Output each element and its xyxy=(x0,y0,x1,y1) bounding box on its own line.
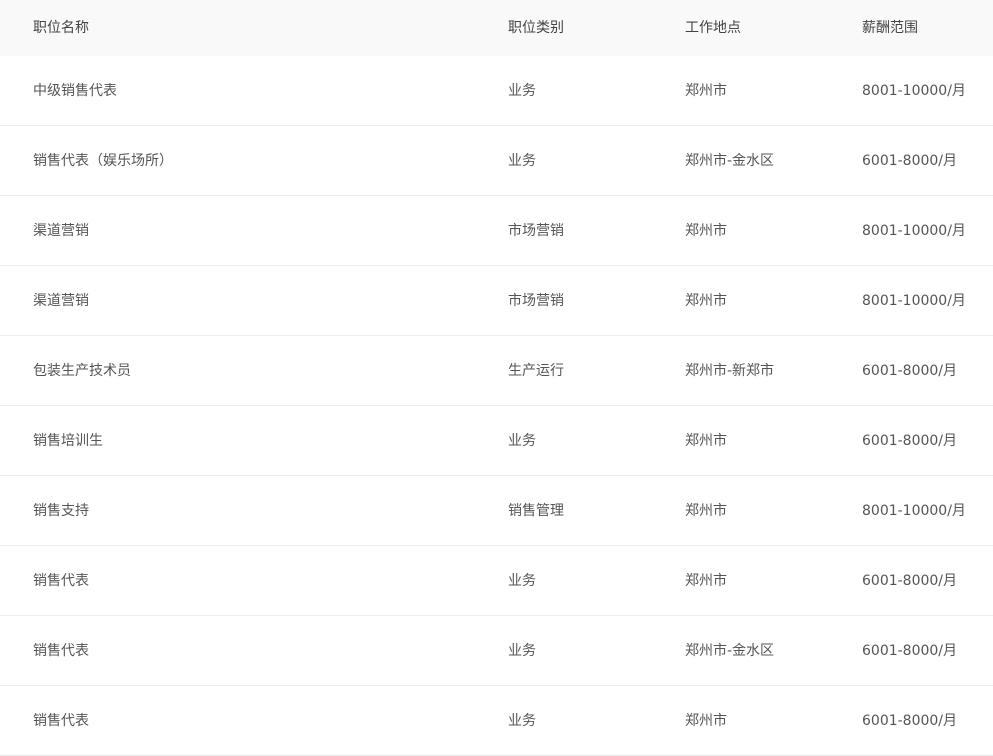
table-header: 职位名称 职位类别 工作地点 薪酬范围 xyxy=(0,0,993,56)
job-title[interactable]: 销售代表 xyxy=(0,641,508,661)
job-location: 郑州市 xyxy=(685,572,727,589)
job-category: 业务 xyxy=(508,82,536,99)
table-row[interactable]: 包装生产技术员 生产运行 郑州市-新郑市 6001-8000/月 xyxy=(0,336,993,406)
job-category: 业务 xyxy=(508,432,536,449)
job-salary: 8001-10000/月 xyxy=(862,222,966,239)
table-row[interactable]: 销售代表 业务 郑州市 6001-8000/月 xyxy=(0,546,993,616)
job-title[interactable]: 渠道营销 xyxy=(0,291,508,311)
job-title[interactable]: 中级销售代表 xyxy=(0,81,508,101)
table-row[interactable]: 销售代表（娱乐场所） 业务 郑州市-金水区 6001-8000/月 xyxy=(0,126,993,196)
job-location: 郑州市 xyxy=(685,432,727,449)
job-category: 生产运行 xyxy=(508,362,564,379)
job-location: 郑州市-新郑市 xyxy=(685,362,775,379)
job-salary: 8001-10000/月 xyxy=(862,502,966,519)
job-salary: 6001-8000/月 xyxy=(862,642,958,659)
job-title[interactable]: 包装生产技术员 xyxy=(0,361,508,381)
job-category: 业务 xyxy=(508,642,536,659)
job-salary: 6001-8000/月 xyxy=(862,362,958,379)
job-category: 业务 xyxy=(508,712,536,729)
header-salary-range: 薪酬范围 xyxy=(862,20,918,36)
table-row[interactable]: 中级销售代表 业务 郑州市 8001-10000/月 xyxy=(0,56,993,126)
job-title[interactable]: 销售代表 xyxy=(0,571,508,591)
job-location: 郑州市 xyxy=(685,502,727,519)
job-salary: 6001-8000/月 xyxy=(862,712,958,729)
table-row[interactable]: 销售支持 销售管理 郑州市 8001-10000/月 xyxy=(0,476,993,546)
header-job-category: 职位类别 xyxy=(508,20,564,36)
job-location: 郑州市-金水区 xyxy=(685,152,775,169)
job-salary: 8001-10000/月 xyxy=(862,292,966,309)
job-title[interactable]: 渠道营销 xyxy=(0,221,508,241)
job-salary: 6001-8000/月 xyxy=(862,432,958,449)
table-row[interactable]: 销售代表 业务 郑州市 6001-8000/月 xyxy=(0,686,993,756)
job-category: 销售管理 xyxy=(508,502,564,519)
job-category: 市场营销 xyxy=(508,222,564,239)
job-salary: 8001-10000/月 xyxy=(862,82,966,99)
job-salary: 6001-8000/月 xyxy=(862,152,958,169)
job-salary: 6001-8000/月 xyxy=(862,572,958,589)
job-title[interactable]: 销售代表 xyxy=(0,711,508,731)
job-title[interactable]: 销售支持 xyxy=(0,501,508,521)
job-category: 市场营销 xyxy=(508,292,564,309)
table-row[interactable]: 渠道营销 市场营销 郑州市 8001-10000/月 xyxy=(0,266,993,336)
header-job-title: 职位名称 xyxy=(33,20,89,36)
job-category: 业务 xyxy=(508,152,536,169)
job-location: 郑州市 xyxy=(685,82,727,99)
job-location: 郑州市 xyxy=(685,222,727,239)
job-title[interactable]: 销售代表（娱乐场所） xyxy=(0,151,508,171)
table-row[interactable]: 销售代表 业务 郑州市-金水区 6001-8000/月 xyxy=(0,616,993,686)
job-location: 郑州市-金水区 xyxy=(685,642,775,659)
table-row[interactable]: 渠道营销 市场营销 郑州市 8001-10000/月 xyxy=(0,196,993,266)
job-category: 业务 xyxy=(508,572,536,589)
job-location: 郑州市 xyxy=(685,292,727,309)
job-list-table: 职位名称 职位类别 工作地点 薪酬范围 中级销售代表 业务 郑州市 8001-1… xyxy=(0,0,993,756)
header-work-location: 工作地点 xyxy=(685,20,741,36)
job-title[interactable]: 销售培训生 xyxy=(0,431,508,451)
job-location: 郑州市 xyxy=(685,712,727,729)
table-row[interactable]: 销售培训生 业务 郑州市 6001-8000/月 xyxy=(0,406,993,476)
